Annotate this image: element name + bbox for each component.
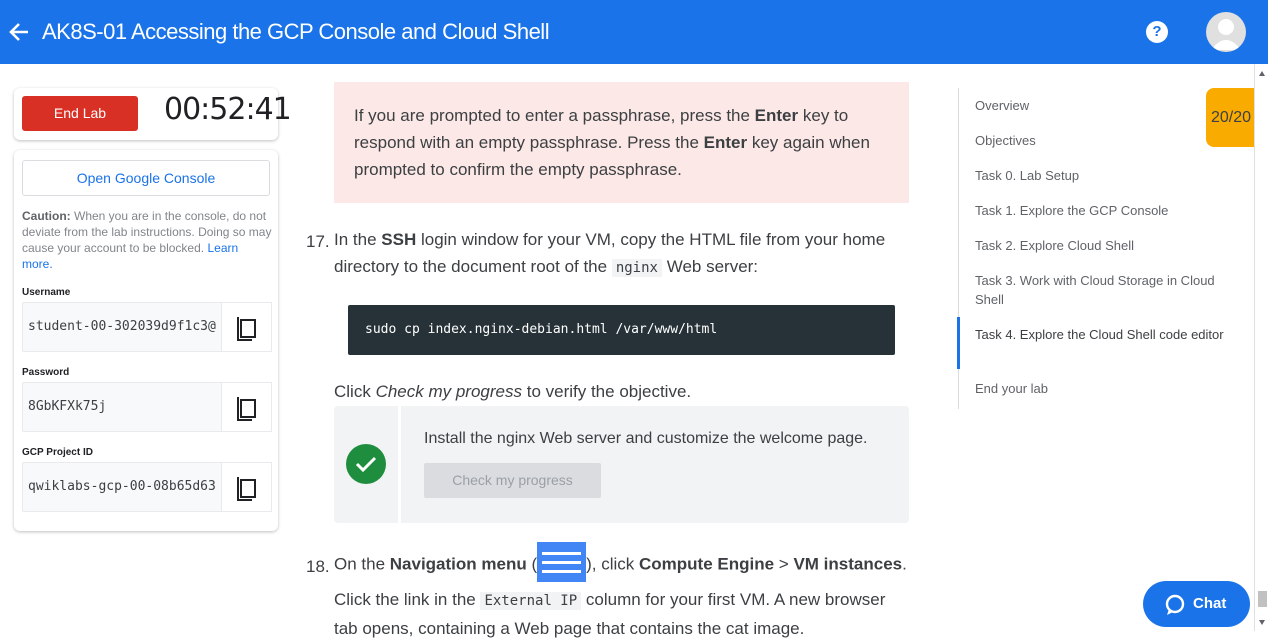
avatar[interactable] bbox=[1206, 12, 1246, 52]
back-arrow-icon[interactable] bbox=[8, 18, 30, 46]
chat-bubble-icon bbox=[1165, 594, 1185, 615]
toc-item-overview[interactable]: Overview bbox=[975, 96, 1235, 115]
project-id-field[interactable]: qwiklabs-gcp-00-08b65d63 bbox=[22, 462, 222, 512]
user-icon bbox=[1211, 19, 1241, 50]
username-field[interactable]: student-00-302039d9f1c3@ bbox=[22, 302, 222, 352]
toc-item-task-1[interactable]: Task 1. Explore the GCP Console bbox=[975, 201, 1235, 220]
check-my-progress-button[interactable]: Check my progress bbox=[424, 463, 601, 498]
caution-text: Caution: When you are in the console, do… bbox=[22, 208, 272, 272]
hamburger-icon bbox=[537, 542, 587, 582]
step-18-bold-nav-menu: Navigation menu bbox=[389, 554, 527, 574]
step-18-text-3: ), click bbox=[586, 554, 640, 574]
lab-timer: 00:52:41 bbox=[164, 92, 292, 127]
copy-icon bbox=[237, 477, 256, 501]
note-bold-enter-2: Enter bbox=[703, 133, 748, 152]
note-text-1: If you are prompted to enter a passphras… bbox=[354, 106, 755, 125]
step-18-text-5: . bbox=[902, 554, 907, 574]
step-18-description: Click the link in the External IP column… bbox=[334, 586, 909, 642]
copy-username-button[interactable] bbox=[222, 302, 272, 352]
step-17-text-3: Web server: bbox=[661, 257, 759, 276]
toc-item-task-3[interactable]: Task 3. Work with Cloud Storage in Cloud… bbox=[975, 271, 1235, 309]
passphrase-note: If you are prompted to enter a passphras… bbox=[334, 82, 909, 203]
toc-item-end-lab[interactable]: End your lab bbox=[975, 379, 1235, 398]
toc-item-task-4[interactable]: Task 4. Explore the Cloud Shell code edi… bbox=[975, 325, 1235, 344]
toc-item-task-2[interactable]: Task 2. Explore Cloud Shell bbox=[975, 236, 1235, 255]
note-text: If you are prompted to enter a passphras… bbox=[354, 102, 894, 183]
step-17-text-1: In the bbox=[334, 230, 382, 249]
check-progress-instruction: Click Check my progress to verify the ob… bbox=[334, 378, 691, 405]
copy-password-button[interactable] bbox=[222, 382, 272, 432]
step-18-number: 18. bbox=[306, 557, 330, 576]
checkmark-icon bbox=[355, 456, 377, 473]
top-app-bar: AK8S-01 Accessing the GCP Console and Cl… bbox=[0, 0, 1268, 64]
page-title: AK8S-01 Accessing the GCP Console and Cl… bbox=[42, 19, 550, 44]
project-id-label: GCP Project ID bbox=[22, 447, 93, 458]
chat-label: Chat bbox=[1193, 595, 1227, 612]
progress-check-box: Install the nginx Web server and customi… bbox=[334, 406, 909, 523]
step-18-text-2: ( bbox=[526, 554, 538, 574]
check-text-2: to verify the objective. bbox=[522, 382, 692, 401]
step-17-text: In the SSH login window for your VM, cop… bbox=[334, 226, 904, 282]
step-18-text-4: > bbox=[774, 554, 794, 574]
step-18b-text-1: Click the link in the bbox=[334, 590, 481, 609]
scrollbar-arrows bbox=[1258, 71, 1267, 625]
note-bold-enter-1: Enter bbox=[754, 106, 799, 125]
check-text-1: Click bbox=[334, 382, 376, 401]
copy-icon bbox=[237, 397, 256, 421]
check-text-emphasis: Check my progress bbox=[375, 382, 522, 401]
toc-item-task-0[interactable]: Task 0. Lab Setup bbox=[975, 166, 1235, 185]
step-17-number: 17. bbox=[306, 232, 330, 251]
check-circle-icon bbox=[346, 444, 386, 484]
progress-divider bbox=[398, 406, 401, 523]
caution-heading: Caution: bbox=[22, 209, 71, 223]
step-18-text: On the Navigation menu ( ), click Compute… bbox=[334, 542, 907, 582]
step-17-code-nginx: nginx bbox=[611, 259, 662, 277]
toc-item-objectives[interactable]: Objectives bbox=[975, 131, 1235, 150]
page-scrollbar[interactable] bbox=[1254, 64, 1268, 631]
step-18-bold-compute-engine: Compute Engine bbox=[639, 554, 775, 574]
toc-active-indicator bbox=[957, 317, 960, 369]
navigation-menu-icon bbox=[537, 542, 587, 582]
step-18-text-1: On the bbox=[334, 554, 390, 574]
end-lab-button[interactable]: End Lab bbox=[22, 96, 138, 131]
step-17-text-2: login window for your VM, copy the HTML … bbox=[334, 230, 886, 276]
password-label: Password bbox=[22, 367, 70, 378]
password-field[interactable]: 8GbKFXk75j bbox=[22, 382, 222, 432]
step-18-bold-vm-instances: VM instances bbox=[793, 554, 903, 574]
username-label: Username bbox=[22, 287, 71, 298]
code-block[interactable]: sudo cp index.nginx-debian.html /var/www… bbox=[348, 305, 895, 355]
copy-icon bbox=[237, 317, 256, 341]
open-google-console-button[interactable]: Open Google Console bbox=[22, 160, 270, 196]
progress-objective-text: Install the nginx Web server and customi… bbox=[424, 430, 868, 447]
external-ip-code: External IP bbox=[480, 592, 582, 610]
help-icon[interactable]: ? bbox=[1146, 21, 1168, 43]
copy-project-id-button[interactable] bbox=[222, 462, 272, 512]
step-17-bold-ssh: SSH bbox=[381, 230, 417, 249]
chat-button[interactable]: Chat bbox=[1143, 581, 1250, 627]
